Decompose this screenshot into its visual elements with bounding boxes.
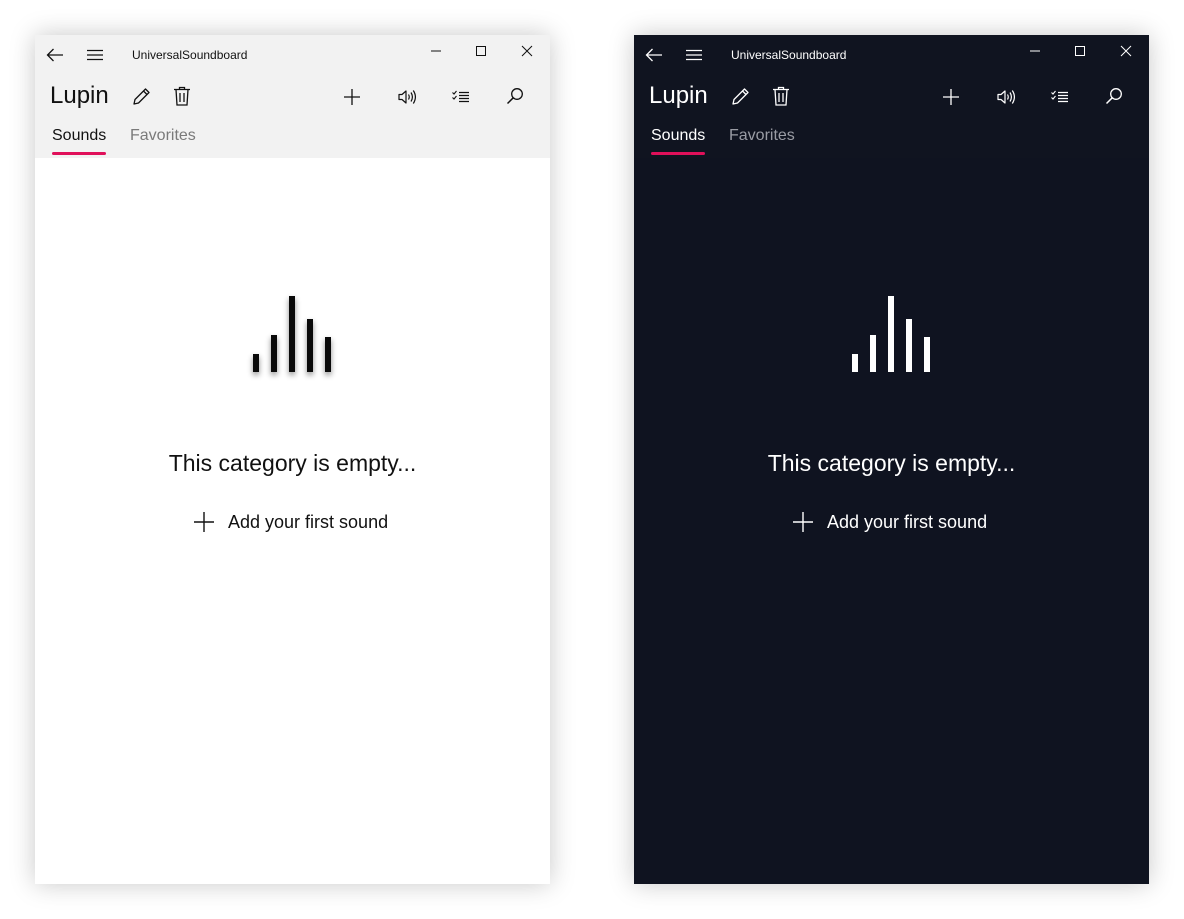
add-plus-icon bbox=[943, 89, 959, 105]
header-bar: UniversalSoundboard Lupin Sounds Favorit… bbox=[634, 35, 1149, 158]
sound-bars-icon bbox=[852, 296, 930, 372]
tab-sounds[interactable]: Sounds bbox=[651, 126, 705, 146]
select-checklist-icon bbox=[1051, 90, 1068, 103]
menu-button[interactable] bbox=[85, 45, 105, 65]
back-arrow-icon bbox=[645, 48, 662, 62]
sound-bars-icon bbox=[253, 296, 331, 372]
edit-pencil-icon bbox=[732, 88, 749, 105]
add-first-sound-label: Add your first sound bbox=[228, 512, 389, 532]
volume-button[interactable] bbox=[994, 85, 1018, 109]
hamburger-menu-icon bbox=[686, 49, 702, 61]
tab-favorites[interactable]: Favorites bbox=[130, 126, 196, 146]
tab-favorites[interactable]: Favorites bbox=[729, 126, 795, 146]
delete-category-button[interactable] bbox=[769, 84, 793, 108]
add-plus-icon bbox=[793, 512, 813, 532]
add-plus-icon bbox=[344, 89, 360, 105]
minimize-icon bbox=[431, 50, 441, 52]
add-first-sound-button[interactable]: Add your first sound bbox=[792, 509, 987, 535]
edit-pencil-icon bbox=[133, 88, 150, 105]
tab-sounds[interactable]: Sounds bbox=[52, 126, 106, 146]
delete-trash-icon bbox=[174, 86, 190, 106]
category-title: Lupin bbox=[50, 82, 109, 109]
maximize-icon bbox=[476, 46, 486, 56]
add-first-sound-label: Add your first sound bbox=[827, 512, 988, 532]
search-icon bbox=[1105, 88, 1122, 105]
menu-button[interactable] bbox=[684, 45, 704, 65]
header-bar: UniversalSoundboard Lupin Sounds Favorit… bbox=[35, 35, 550, 158]
select-button[interactable] bbox=[449, 85, 473, 109]
selected-tab-indicator bbox=[651, 152, 705, 155]
add-plus-icon bbox=[194, 512, 214, 532]
search-icon bbox=[506, 88, 523, 105]
close-icon bbox=[521, 45, 533, 57]
edit-category-button[interactable] bbox=[728, 84, 754, 108]
search-button[interactable] bbox=[1102, 84, 1126, 108]
maximize-button[interactable] bbox=[463, 41, 499, 61]
maximize-button[interactable] bbox=[1062, 41, 1098, 61]
add-first-sound-button[interactable]: Add your first sound bbox=[193, 509, 388, 535]
back-button[interactable] bbox=[44, 44, 66, 66]
search-button[interactable] bbox=[503, 84, 527, 108]
edit-category-button[interactable] bbox=[129, 84, 155, 108]
select-checklist-icon bbox=[452, 90, 469, 103]
close-button[interactable] bbox=[1108, 41, 1144, 61]
back-arrow-icon bbox=[46, 48, 63, 62]
empty-category-message: This category is empty... bbox=[767, 450, 1016, 476]
category-title: Lupin bbox=[649, 82, 708, 109]
empty-category-message: This category is empty... bbox=[168, 450, 417, 476]
back-button[interactable] bbox=[643, 44, 665, 66]
selected-tab-indicator bbox=[52, 152, 106, 155]
hamburger-menu-icon bbox=[87, 49, 103, 61]
delete-trash-icon bbox=[773, 86, 789, 106]
minimize-button[interactable] bbox=[418, 41, 454, 61]
close-icon bbox=[1120, 45, 1132, 57]
minimize-icon bbox=[1030, 50, 1040, 52]
select-button[interactable] bbox=[1048, 85, 1072, 109]
volume-icon bbox=[997, 90, 1015, 104]
app-title: UniversalSoundboard bbox=[132, 48, 248, 62]
delete-category-button[interactable] bbox=[170, 84, 194, 108]
minimize-button[interactable] bbox=[1017, 41, 1053, 61]
add-button[interactable] bbox=[939, 85, 963, 109]
app-window-dark: UniversalSoundboard Lupin Sounds Favorit… bbox=[634, 35, 1149, 884]
app-window-light: UniversalSoundboard Lupin Sounds Favorit… bbox=[35, 35, 550, 884]
volume-icon bbox=[398, 90, 416, 104]
volume-button[interactable] bbox=[395, 85, 419, 109]
close-button[interactable] bbox=[509, 41, 545, 61]
add-button[interactable] bbox=[340, 85, 364, 109]
app-title: UniversalSoundboard bbox=[731, 48, 847, 62]
maximize-icon bbox=[1075, 46, 1085, 56]
